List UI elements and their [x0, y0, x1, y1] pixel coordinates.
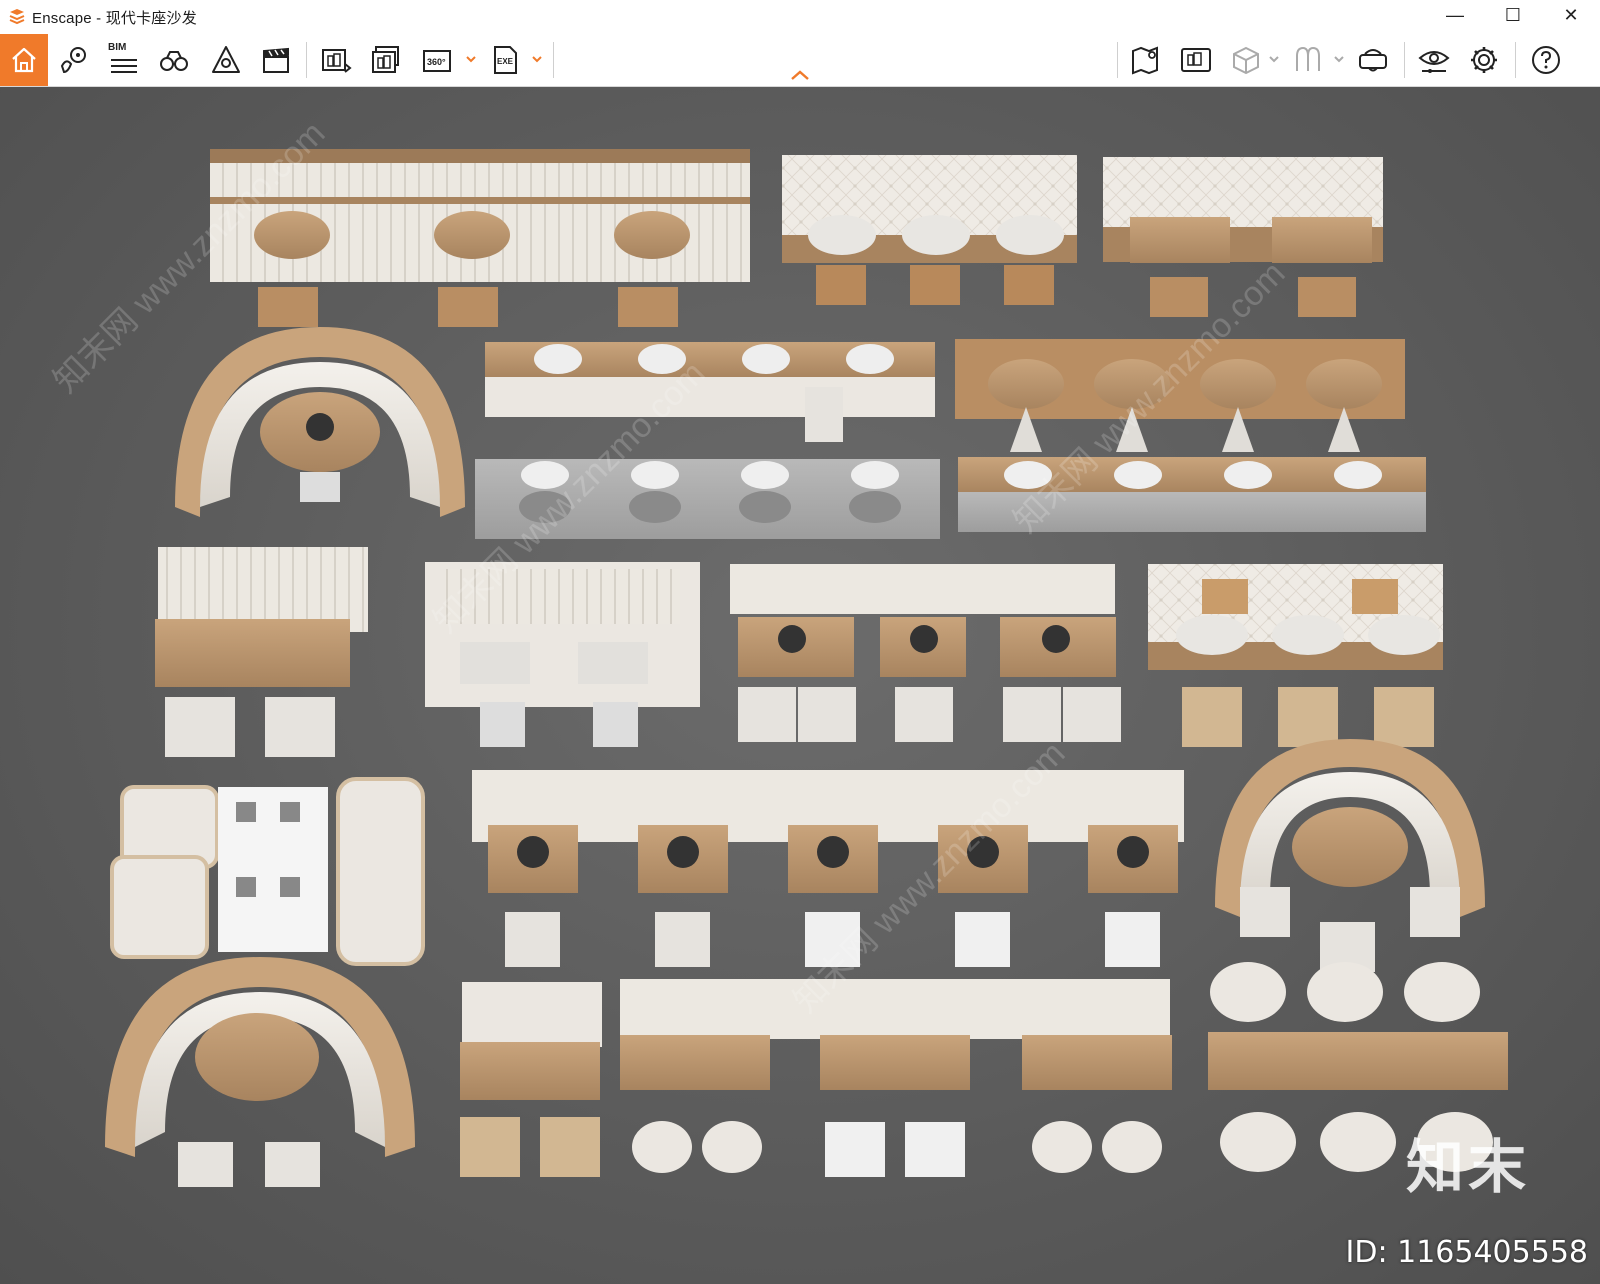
video-button[interactable] — [258, 42, 294, 78]
svg-text:360°: 360° — [427, 57, 446, 67]
curved-booth-3 — [105, 957, 415, 1187]
bench-row-1 — [210, 149, 750, 327]
location-pin-icon — [60, 47, 86, 74]
svg-text:EXE: EXE — [497, 57, 514, 66]
export-dropdown-icon[interactable] — [531, 52, 543, 66]
render-viewport[interactable]: 知末网 www.znzmo.com 知末网 www.znzmo.com 知末网 … — [0, 87, 1600, 1284]
hotpot-booth-1 — [730, 564, 1121, 742]
panorama-dropdown-icon[interactable] — [465, 52, 477, 66]
settings-button[interactable] — [1466, 42, 1502, 78]
bim-button[interactable]: BIM — [106, 42, 142, 78]
gallery-button[interactable] — [1178, 42, 1214, 78]
map-button[interactable] — [1128, 42, 1164, 78]
toolbar-separator — [553, 42, 554, 78]
batch-render-icon — [372, 46, 399, 73]
asset-id-label: ID: 1165405558 — [1345, 1235, 1588, 1270]
vr-button[interactable] — [1355, 42, 1391, 78]
close-button[interactable]: ✕ — [1542, 0, 1600, 30]
batch-render-button[interactable] — [368, 42, 404, 78]
stone-counter-1 — [475, 459, 940, 539]
sun-pyramid-icon — [212, 46, 240, 73]
curved-booth-1 — [175, 327, 465, 517]
toolbar-separator — [1515, 42, 1516, 78]
render-image-icon — [322, 49, 352, 73]
clapperboard-icon — [263, 47, 289, 73]
wingback-set — [110, 777, 425, 966]
minimize-button[interactable]: — — [1426, 0, 1484, 30]
tufted-sofa-3 — [1148, 564, 1443, 747]
gear-icon — [1471, 47, 1497, 73]
toolbar-separator — [306, 42, 307, 78]
maximize-button[interactable]: ☐ — [1484, 0, 1542, 30]
materials-button[interactable] — [1290, 42, 1326, 78]
export-button[interactable]: EXE — [488, 42, 524, 78]
cube-icon — [1233, 46, 1259, 75]
screenshot-button[interactable] — [318, 42, 354, 78]
toolbar-separator — [1117, 42, 1118, 78]
help-icon — [1532, 46, 1560, 74]
help-button[interactable] — [1528, 42, 1564, 78]
bim-label: BIM — [108, 42, 127, 53]
materials-dropdown-icon[interactable] — [1333, 52, 1345, 66]
map-icon — [1132, 46, 1158, 75]
materials-icon — [1296, 46, 1320, 71]
panorama-360-icon: 360° — [423, 50, 451, 72]
main-toolbar: BIM 360° EXE — [0, 34, 1600, 87]
sofa-table-small — [460, 982, 602, 1177]
title-bar: Enscape - 现代卡座沙发 — ☐ ✕ — [0, 0, 1600, 34]
vr-headset-icon — [1359, 49, 1387, 72]
sofa-with-table-1 — [155, 547, 368, 757]
binoculars-icon — [160, 51, 188, 71]
sofa-with-table-2 — [425, 562, 700, 747]
enscape-logo-icon — [9, 9, 25, 25]
long-table-1 — [485, 342, 935, 442]
tufted-sofa-1 — [782, 155, 1077, 305]
sun-button[interactable] — [208, 42, 244, 78]
visual-settings-button[interactable] — [1416, 42, 1452, 78]
long-table-2 — [955, 339, 1405, 452]
hotpot-sofa-long — [472, 770, 1184, 967]
eye-settings-icon — [1418, 51, 1450, 73]
brand-watermark: 知末 — [1405, 1133, 1530, 1201]
toolbar-separator — [1404, 42, 1405, 78]
exe-export-icon: EXE — [494, 46, 517, 74]
collapse-toolbar-icon[interactable] — [789, 68, 811, 82]
gallery-icon — [1181, 48, 1211, 72]
views-button[interactable] — [156, 42, 192, 78]
booth-sofa-scene — [105, 149, 1508, 1187]
home-button[interactable] — [0, 34, 48, 86]
location-button[interactable] — [56, 42, 92, 78]
window-title: Enscape - 现代卡座沙发 — [32, 9, 197, 27]
asset-library-dropdown-icon[interactable] — [1268, 52, 1280, 66]
stone-counter-2 — [958, 457, 1426, 532]
tufted-sofa-2 — [1103, 157, 1383, 317]
curved-booth-2 — [1215, 739, 1485, 972]
asset-library-button[interactable] — [1228, 42, 1264, 78]
panorama-button[interactable]: 360° — [420, 42, 456, 78]
long-sofa-with-tables — [620, 979, 1172, 1177]
window-controls: — ☐ ✕ — [1426, 0, 1600, 34]
home-icon — [12, 47, 36, 73]
